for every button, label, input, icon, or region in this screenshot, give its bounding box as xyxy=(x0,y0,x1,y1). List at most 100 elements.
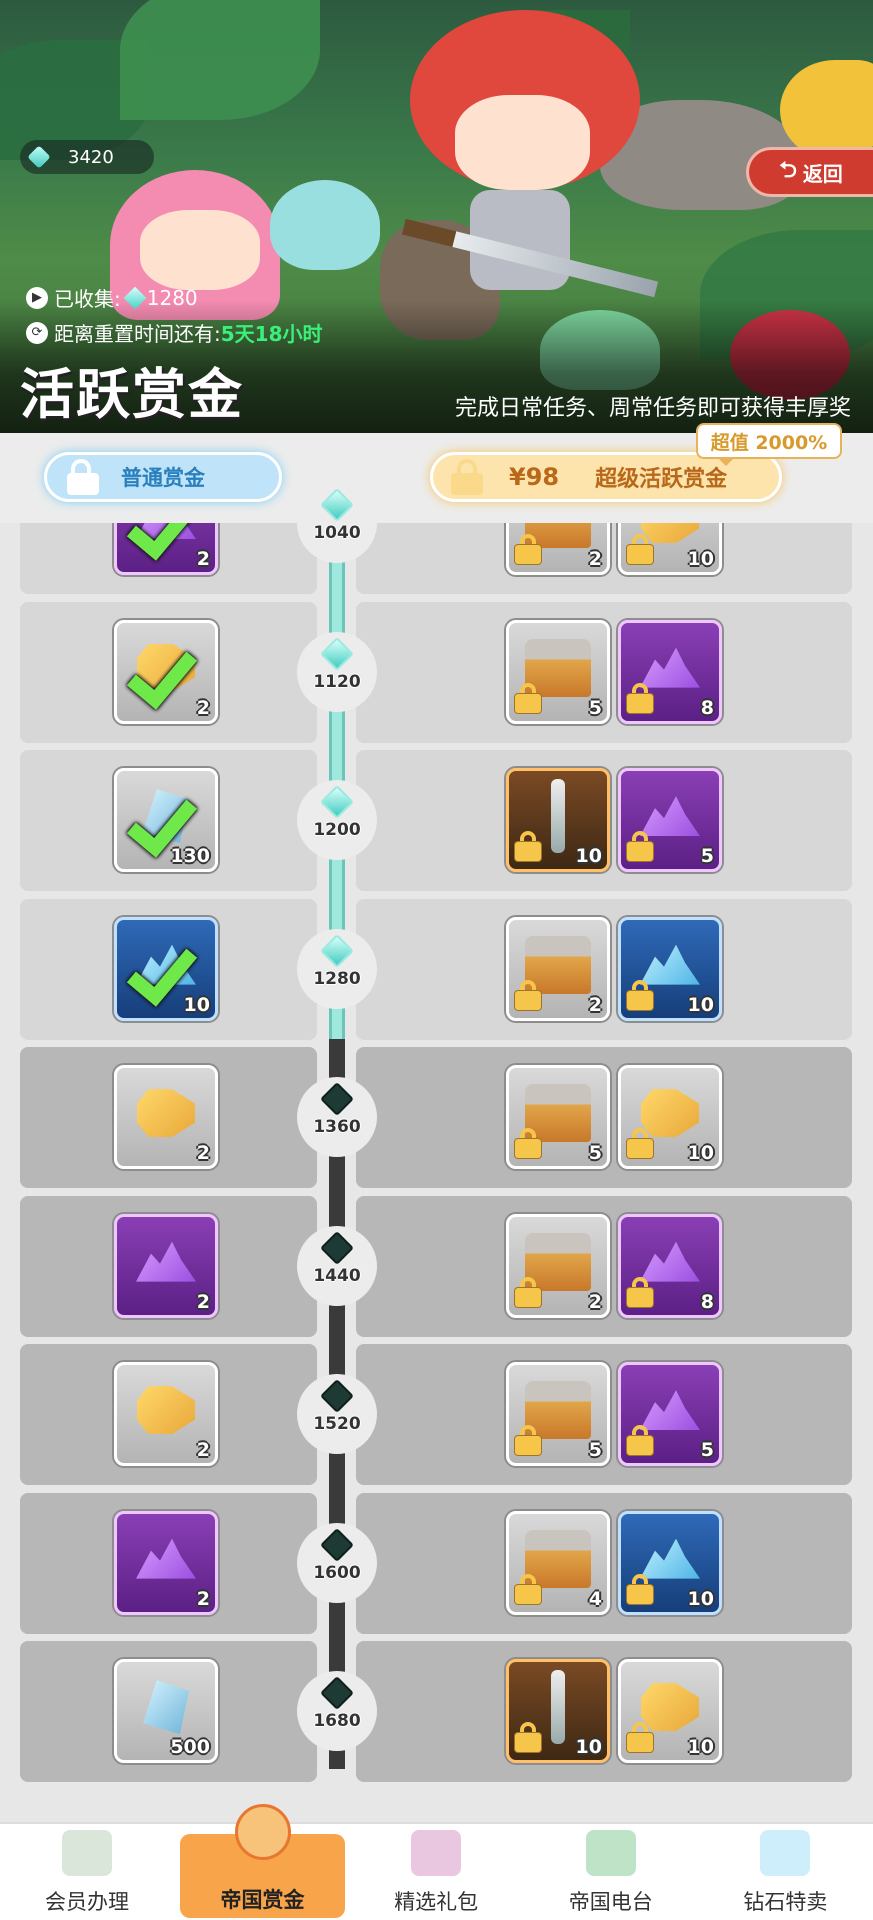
super-reward-item[interactable]: 5 xyxy=(506,1065,610,1169)
super-reward-item[interactable]: 2 xyxy=(506,916,610,1021)
super-reward-cell: 2 10 xyxy=(356,523,852,594)
nav-item-0[interactable]: 会员办理 xyxy=(0,1824,174,1920)
tier-level-value: 1440 xyxy=(313,1265,361,1286)
free-reward-item[interactable]: 2 xyxy=(114,619,218,724)
super-reward-item[interactable]: 5 xyxy=(618,768,722,872)
free-bounty-label: 普通赏金 xyxy=(121,466,205,490)
back-button[interactable]: ⮌ 返回 xyxy=(746,147,873,197)
collected-info: ▶ 已收集: 1280 xyxy=(26,283,198,312)
gem-balance: 3420 xyxy=(20,140,154,174)
padlock-icon xyxy=(627,1722,653,1752)
super-reward-item[interactable]: 5 xyxy=(618,1362,722,1466)
tier-row: 2 5 10 xyxy=(0,1047,873,1188)
nav-item-label: 帝国电台 xyxy=(568,1890,653,1914)
super-bounty-price: ¥98 xyxy=(509,463,560,491)
free-reward-item[interactable]: 2 xyxy=(114,1213,218,1318)
super-reward-item[interactable]: 2 xyxy=(506,1213,610,1318)
tier-node: 1120 xyxy=(297,631,377,712)
super-reward-item[interactable]: 5 xyxy=(506,619,610,724)
return-arrow-icon: ⮌ xyxy=(779,158,797,183)
tier-node: 1680 xyxy=(297,1671,377,1751)
reward-quantity: 500 xyxy=(170,1736,210,1758)
crystal-reward-icon xyxy=(136,1538,196,1579)
gem-icon xyxy=(27,145,51,169)
free-reward-item[interactable]: 500 xyxy=(114,1659,218,1763)
tier-row: 10 2 10 xyxy=(0,898,873,1040)
reward-quantity: 5 xyxy=(700,1439,714,1461)
diamond-marker-icon xyxy=(320,1379,354,1413)
diamond-marker-icon xyxy=(320,933,354,968)
nav-item-label: 帝国赏金 xyxy=(220,1888,305,1912)
padlock-icon xyxy=(515,1276,541,1307)
super-reward-item[interactable]: 8 xyxy=(618,619,722,724)
super-reward-item[interactable]: 5 xyxy=(506,1362,610,1466)
free-reward-item[interactable]: 130 xyxy=(114,768,218,872)
super-reward-item[interactable]: 10 xyxy=(618,1510,722,1615)
diamond-marker-icon xyxy=(320,785,354,819)
gem-icon xyxy=(123,286,147,309)
page-subtitle: 完成日常任务、周常任务即可获得丰厚奖 xyxy=(454,396,851,421)
reward-tier-list[interactable]: 2 2 10 2 5 8 130 10 5 10 2 10 2 5 10 2 2 8 2 5 5 2 4 10 500 10 10 xyxy=(0,523,873,1811)
claimed-checkmark-icon xyxy=(133,635,199,701)
play-circle-icon: ▶ xyxy=(26,286,48,309)
free-reward-item[interactable]: 2 xyxy=(114,523,218,575)
tier-node: 1600 xyxy=(297,1522,377,1603)
free-reward-item[interactable]: 2 xyxy=(114,1065,218,1169)
reward-quantity: 10 xyxy=(183,993,210,1016)
nav-item-3[interactable]: 帝国电台 xyxy=(524,1824,698,1920)
collected-label: 已收集: xyxy=(54,287,121,311)
unlocked-padlock-icon xyxy=(67,459,99,495)
super-reward-item[interactable]: 10 xyxy=(618,1659,722,1763)
tier-row: 500 10 10 xyxy=(0,1641,873,1782)
tier-level-value: 1040 xyxy=(313,523,361,543)
super-reward-item[interactable]: 8 xyxy=(618,1213,722,1318)
padlock-icon xyxy=(515,1722,541,1752)
nav-item-4[interactable]: 钻石特卖 xyxy=(698,1824,872,1920)
free-reward-cell: 10 xyxy=(20,898,317,1040)
nav-item-1[interactable]: 帝国赏金 xyxy=(180,1804,345,1918)
reward-quantity: 5 xyxy=(588,696,602,719)
tier-node: 1040 xyxy=(297,483,377,563)
super-reward-item[interactable]: 10 xyxy=(618,916,722,1021)
free-reward-item[interactable]: 2 xyxy=(114,1510,218,1615)
diamond-marker-icon xyxy=(320,488,354,522)
super-reward-cell: 28 xyxy=(356,1195,852,1337)
refresh-icon: ⟳ xyxy=(26,321,48,344)
reward-quantity: 10 xyxy=(575,1736,602,1758)
super-reward-item[interactable]: 4 xyxy=(506,1510,610,1615)
gift-pack-icon xyxy=(411,1830,462,1876)
tier-level-value: 1360 xyxy=(313,1117,361,1137)
padlock-icon xyxy=(627,682,653,713)
cheese-reward-icon xyxy=(137,1386,195,1435)
free-reward-item[interactable]: 10 xyxy=(114,916,218,1021)
cheese-reward-icon xyxy=(137,1089,195,1138)
free-reward-cell: 130 xyxy=(20,750,317,891)
diamond-chest-icon xyxy=(760,1830,811,1876)
super-reward-cell: 2 10 xyxy=(356,898,852,1040)
padlock-icon xyxy=(515,1128,541,1158)
super-reward-cell: 5 10 xyxy=(356,1047,852,1188)
super-reward-item[interactable]: 10 xyxy=(618,523,722,575)
back-button-label: 返回 xyxy=(802,161,843,186)
free-reward-cell: 2 xyxy=(20,1047,317,1188)
nav-item-2[interactable]: 精选礼包 xyxy=(349,1824,523,1920)
tier-row: 2 2 10 xyxy=(0,523,873,594)
tier-node: 1280 xyxy=(297,928,377,1009)
super-reward-item[interactable]: 10 xyxy=(618,1065,722,1169)
super-reward-item[interactable]: 10 xyxy=(506,1659,610,1763)
free-bounty-tab[interactable]: 普通赏金 xyxy=(44,452,282,502)
padlock-icon xyxy=(515,831,541,861)
reward-quantity: 8 xyxy=(700,1290,714,1313)
super-reward-item[interactable]: 10 xyxy=(506,768,610,872)
padlock-icon xyxy=(627,831,653,861)
free-reward-item[interactable]: 2 xyxy=(114,1362,218,1466)
girl-face xyxy=(140,210,260,290)
super-reward-item[interactable]: 2 xyxy=(506,523,610,575)
reward-quantity: 10 xyxy=(687,548,714,570)
sword-reward-icon xyxy=(551,1670,565,1745)
sword-reward-icon xyxy=(551,779,565,854)
bounty-screen: 3420 ⮌ 返回 ▶ 已收集: 1280 ⟳ 距离重置时间还有: 5天18小时… xyxy=(0,0,873,1920)
free-reward-cell: 2 xyxy=(20,1344,317,1485)
reward-quantity: 2 xyxy=(196,1290,210,1313)
crystal-reward-icon xyxy=(136,1241,196,1282)
